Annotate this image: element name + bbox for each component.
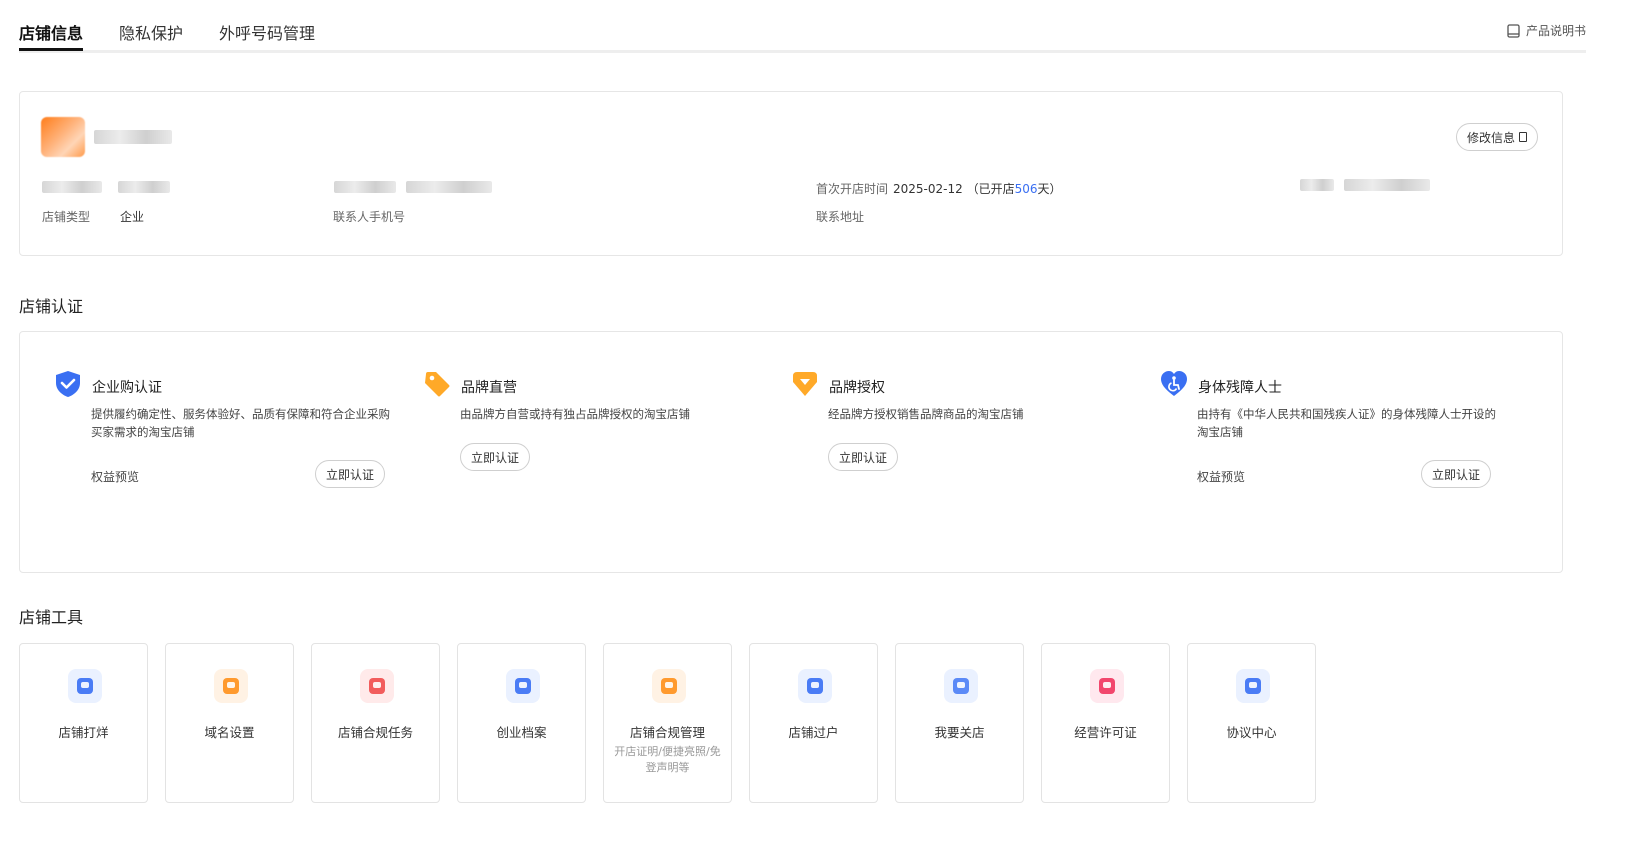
active-tab-indicator xyxy=(19,48,83,51)
tool-tile[interactable]: 域名设置 xyxy=(165,643,294,803)
close-store-card-icon xyxy=(944,669,978,703)
tool-tile[interactable]: 经营许可证 xyxy=(1041,643,1170,803)
cert-title: 品牌直营 xyxy=(461,380,517,396)
cert-title: 品牌授权 xyxy=(829,380,885,396)
price-tag-icon xyxy=(425,372,450,397)
product-manual-label: 产品说明书 xyxy=(1525,24,1586,38)
contact-phone-label: 联系人手机号 xyxy=(333,210,406,224)
field-label-redacted xyxy=(334,181,396,193)
tool-name: 店铺合规任务 xyxy=(337,725,413,740)
tool-tile[interactable]: 店铺合规任务 xyxy=(311,643,440,803)
tool-name: 店铺过户 xyxy=(788,725,839,740)
first-open-date: 2025-02-12 xyxy=(893,182,963,196)
tool-name: 我要关店 xyxy=(934,725,985,740)
shop-info-card: 修改信息 首次开店时间 2025-02-12 （已开店506天） 店铺类型 企业… xyxy=(19,91,1563,256)
contact-address-label: 联系地址 xyxy=(816,210,865,224)
tool-tile[interactable]: 协议中心 xyxy=(1187,643,1316,803)
tool-name: 协议中心 xyxy=(1226,725,1277,740)
shop-logo xyxy=(41,117,85,157)
edit-info-button[interactable]: 修改信息 xyxy=(1455,123,1538,151)
diamond-badge-icon xyxy=(793,372,817,396)
top-tab-bar: 店铺信息 隐私保护 外呼号码管理 产品说明书 xyxy=(19,0,1586,53)
transfer-doc-icon xyxy=(798,669,832,703)
tool-name: 经营许可证 xyxy=(1074,725,1137,740)
cert-title: 身体残障人士 xyxy=(1198,380,1282,396)
cert-description: 由品牌方自营或持有独占品牌授权的淘宝店铺 xyxy=(460,407,690,421)
first-open-time-value: 2025-02-12 （已开店506天） xyxy=(893,180,1062,197)
shield-check-icon xyxy=(56,371,80,397)
field-value-redacted xyxy=(406,181,492,193)
edit-icon xyxy=(1519,132,1527,142)
tab-outbound-number-management[interactable]: 外呼号码管理 xyxy=(219,20,315,44)
field-label-redacted xyxy=(1300,179,1334,191)
tool-tile[interactable]: 店铺打烊 xyxy=(19,643,148,803)
tool-tile[interactable]: 创业档案 xyxy=(457,643,586,803)
shop-name-redacted xyxy=(94,130,172,144)
open-days-suffix: 天） xyxy=(1037,182,1062,196)
certify-now-button[interactable]: 立即认证 xyxy=(460,443,531,471)
accessibility-heart-icon xyxy=(1161,371,1187,396)
cert-description: 经品牌方授权销售品牌商品的淘宝店铺 xyxy=(828,407,1024,421)
shop-type-value: 企业 xyxy=(120,210,145,224)
shield-search-icon xyxy=(360,669,394,703)
tool-tile[interactable]: 我要关店 xyxy=(895,643,1024,803)
perk-preview-link[interactable]: 权益预览 xyxy=(91,468,139,485)
certify-now-button[interactable]: 立即认证 xyxy=(1421,460,1492,488)
tool-subtitle: 开店证明/便捷亮照/免登声明等 xyxy=(614,745,721,774)
tab-privacy-protection[interactable]: 隐私保护 xyxy=(119,20,183,44)
certification-card: 企业购认证 提供履约确定性、服务体验好、品质有保障和符合企业采购买家需求的淘宝店… xyxy=(19,331,1563,573)
tool-name: 店铺合规管理 xyxy=(629,725,705,740)
tool-tile[interactable]: 店铺合规管理开店证明/便捷亮照/免登声明等 xyxy=(603,643,732,803)
open-days-count: 506 xyxy=(1014,182,1038,196)
tab-shop-info[interactable]: 店铺信息 xyxy=(19,20,83,44)
license-folder-icon xyxy=(1090,669,1124,703)
field-value-redacted xyxy=(118,181,170,193)
tool-name: 创业档案 xyxy=(496,725,547,740)
compliance-doc-icon xyxy=(652,669,686,703)
agreement-doc-icon xyxy=(1236,669,1270,703)
tools-section-title: 店铺工具 xyxy=(19,608,84,627)
domain-card-icon xyxy=(214,669,248,703)
tool-name: 域名设置 xyxy=(204,725,255,740)
certify-now-button[interactable]: 立即认证 xyxy=(828,443,899,471)
cert-description: 提供履约确定性、服务体验好、品质有保障和符合企业采购买家需求的淘宝店铺 xyxy=(91,407,390,439)
certification-section-title: 店铺认证 xyxy=(19,297,84,316)
field-label-redacted xyxy=(42,181,102,193)
first-open-time-label: 首次开店时间 xyxy=(816,182,889,196)
field-value-redacted xyxy=(1344,179,1430,191)
archive-check-icon xyxy=(506,669,540,703)
store-closed-icon xyxy=(68,669,102,703)
tool-tile[interactable]: 店铺过户 xyxy=(749,643,878,803)
perk-preview-link[interactable]: 权益预览 xyxy=(1197,468,1245,485)
cert-title: 企业购认证 xyxy=(92,380,162,396)
open-days-prefix: （已开店 xyxy=(966,182,1015,196)
product-manual-link[interactable]: 产品说明书 xyxy=(1507,22,1586,39)
tool-name: 店铺打烊 xyxy=(58,725,109,740)
shop-type-label: 店铺类型 xyxy=(42,210,91,224)
book-icon xyxy=(1507,23,1520,38)
edit-info-label: 修改信息 xyxy=(1466,130,1515,145)
certify-now-button[interactable]: 立即认证 xyxy=(315,460,386,488)
cert-description: 由持有《中华人民共和国残疾人证》的身体残障人士开设的淘宝店铺 xyxy=(1197,407,1496,439)
